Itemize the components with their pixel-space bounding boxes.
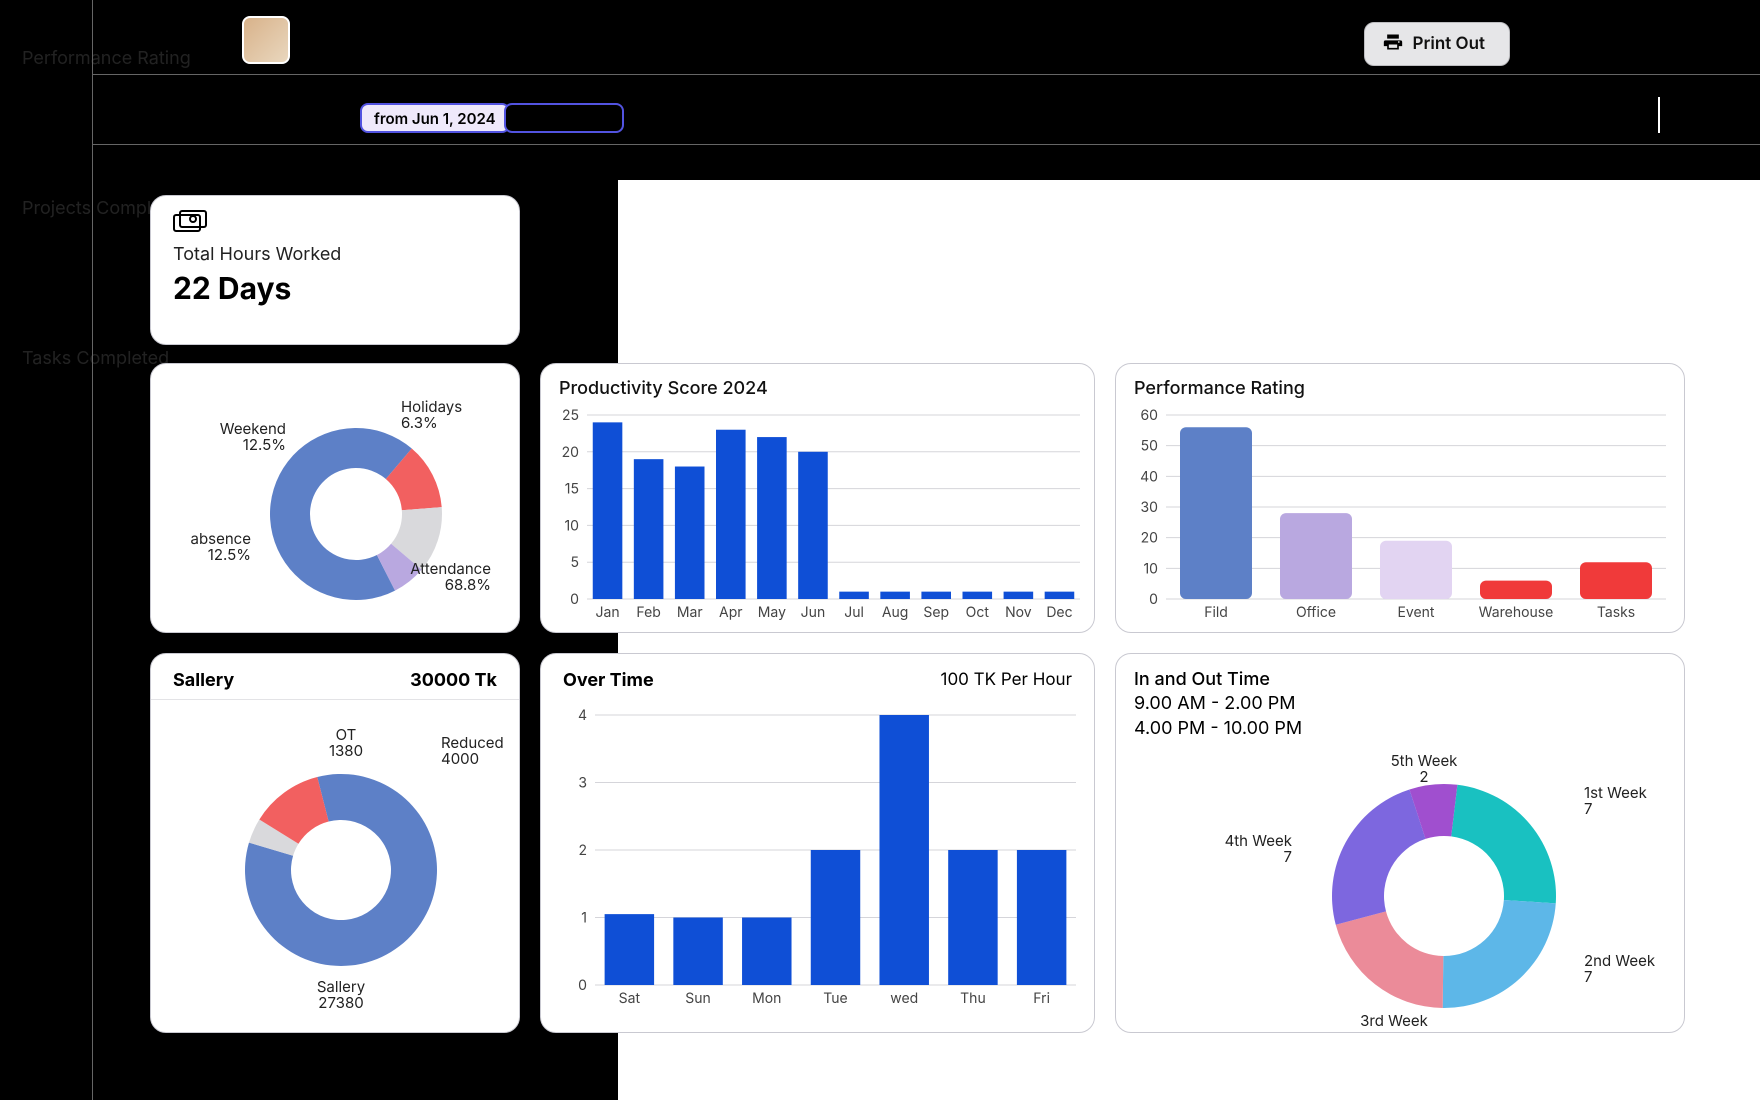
app-header: Print Out	[92, 0, 1760, 74]
svg-text:3: 3	[578, 775, 587, 792]
inout-donut-chart: 1st Week7 2nd Week7 3rd Week6 4th Week7 5th …	[1114, 736, 1684, 1026]
card-title: Productivity Score 2024	[559, 378, 1094, 399]
svg-text:40: 40	[1140, 468, 1158, 485]
svg-text:2: 2	[578, 842, 587, 859]
svg-text:Attendance68.8%: Attendance68.8%	[410, 559, 491, 594]
card-perf-rating: Performance Rating 0 10 20 30 40 50 60 Fild Offi…	[1115, 363, 1685, 633]
card-salary: Sallery 30000 Tk Sallery27380 OT1380 Reduc…	[150, 653, 520, 1033]
svg-text:10: 10	[1143, 560, 1158, 577]
print-button[interactable]: Print Out	[1364, 22, 1511, 66]
svg-text:Jun: Jun	[801, 604, 826, 621]
svg-text:Dec: Dec	[1046, 604, 1072, 621]
svg-text:Feb: Feb	[636, 604, 660, 621]
svg-text:Holidays6.3%: Holidays6.3%	[401, 397, 462, 432]
svg-text:60: 60	[1140, 407, 1158, 424]
svg-text:5: 5	[570, 554, 579, 571]
svg-text:OT1380: OT1380	[329, 725, 363, 760]
svg-text:Nov: Nov	[1005, 604, 1032, 621]
printer-icon	[1383, 32, 1403, 57]
svg-text:0: 0	[1149, 591, 1158, 608]
filter-divider	[92, 144, 1760, 145]
svg-text:0: 0	[578, 977, 587, 994]
date-from-pill[interactable]: from Jun 1, 2024	[360, 103, 510, 133]
svg-text:Mon: Mon	[752, 990, 781, 1007]
svg-text:absence12.5%: absence12.5%	[191, 529, 251, 564]
svg-text:4: 4	[578, 707, 587, 724]
svg-text:Fild: Fild	[1204, 604, 1228, 621]
svg-text:Reduced4000: Reduced4000	[441, 733, 504, 768]
svg-text:Apr: Apr	[719, 604, 743, 621]
card-overtime: Over Time 100 TK Per Hour 0 1 2 3 4 Sat Sun Mon…	[540, 653, 1095, 1033]
card-inout: In and Out Time 9.00 AM - 2.00 PM 4.00 P…	[1115, 653, 1685, 1033]
attendance-donut-chart: Attendance68.8% absence12.5% Weekend12.5% H…	[151, 364, 521, 634]
svg-text:Fri: Fri	[1033, 990, 1050, 1007]
overtime-bar-chart: 0 1 2 3 4 Sat Sun Mon Tue wed Thu Fri	[541, 699, 1096, 1019]
svg-text:Office: Office	[1296, 604, 1336, 621]
sidebar-divider	[92, 0, 93, 1100]
svg-text:Tue: Tue	[823, 990, 847, 1007]
avatar[interactable]	[242, 16, 290, 64]
svg-text:1: 1	[581, 910, 587, 927]
date-to-pill[interactable]	[504, 103, 624, 133]
svg-text:Thu: Thu	[960, 990, 986, 1007]
print-label: Print Out	[1413, 34, 1486, 54]
kpi-label: Total Hours Worked	[173, 244, 497, 265]
svg-text:May: May	[758, 604, 786, 621]
svg-text:25: 25	[562, 407, 579, 424]
svg-text:10: 10	[564, 517, 579, 534]
svg-text:Warehouse: Warehouse	[1479, 604, 1554, 621]
svg-text:Jul: Jul	[844, 604, 864, 621]
cash-icon	[173, 210, 497, 238]
card-attendance-donut: Attendance68.8% absence12.5% Weekend12.5% H…	[150, 363, 520, 633]
salary-title: Sallery	[173, 670, 234, 691]
text-cursor	[1658, 97, 1660, 133]
overtime-rate: 100 TK Per Hour	[941, 670, 1072, 691]
svg-text:Aug: Aug	[882, 604, 909, 621]
perf-bar-chart: 0 10 20 30 40 50 60 Fild Office Event Warehouse Tas…	[1116, 405, 1686, 627]
svg-text:wed: wed	[890, 990, 918, 1007]
svg-text:2nd Week7: 2nd Week7	[1584, 951, 1656, 986]
svg-text:0: 0	[570, 591, 579, 608]
salary-total: 30000 Tk	[410, 670, 497, 691]
svg-text:5th Week2: 5th Week2	[1391, 751, 1459, 786]
salary-donut-chart: Sallery27380 OT1380 Reduced4000	[151, 700, 521, 1020]
svg-text:Tasks: Tasks	[1597, 604, 1635, 621]
svg-text:1st Week7: 1st Week7	[1584, 783, 1648, 818]
productivity-bar-chart: 0 5 10 15 20 25 Jan Feb Mar Apr May Jun Jul Aug Sep Oct…	[541, 405, 1096, 627]
inout-title: In and Out Time	[1134, 668, 1684, 692]
svg-text:Weekend12.5%: Weekend12.5%	[220, 419, 286, 454]
filter-row: from Jun 1, 2024	[92, 75, 1760, 145]
svg-text:15: 15	[565, 481, 579, 498]
svg-text:30: 30	[1141, 499, 1158, 516]
svg-text:Oct: Oct	[966, 604, 990, 621]
card-productivity: Productivity Score 2024 0 5 10 15 20 25 Jan Feb…	[540, 363, 1095, 633]
svg-text:Sep: Sep	[923, 604, 949, 621]
card-title: Performance Rating	[1134, 378, 1684, 399]
kpi-total-hours: Total Hours Worked 22 Days	[150, 195, 520, 345]
kpi-value: 22 Days	[173, 271, 497, 307]
svg-text:4th Week7: 4th Week7	[1225, 831, 1293, 866]
inout-shift1: 9.00 AM - 2.00 PM	[1134, 692, 1684, 716]
svg-text:Sallery27380: Sallery27380	[317, 977, 366, 1012]
svg-text:Sun: Sun	[685, 990, 711, 1007]
svg-text:50: 50	[1141, 438, 1158, 455]
svg-text:Sat: Sat	[619, 990, 641, 1007]
svg-text:20: 20	[562, 444, 579, 461]
check-circle-icon	[22, 164, 348, 192]
svg-text:3rd Week6: 3rd Week6	[1360, 1011, 1429, 1026]
overtime-title: Over Time	[563, 670, 654, 691]
svg-text:Event: Event	[1397, 604, 1434, 621]
svg-text:Jan: Jan	[595, 604, 619, 621]
date-from-label: from Jun 1, 2024	[374, 109, 496, 128]
svg-text:Mar: Mar	[677, 604, 703, 621]
svg-text:20: 20	[1141, 530, 1158, 547]
